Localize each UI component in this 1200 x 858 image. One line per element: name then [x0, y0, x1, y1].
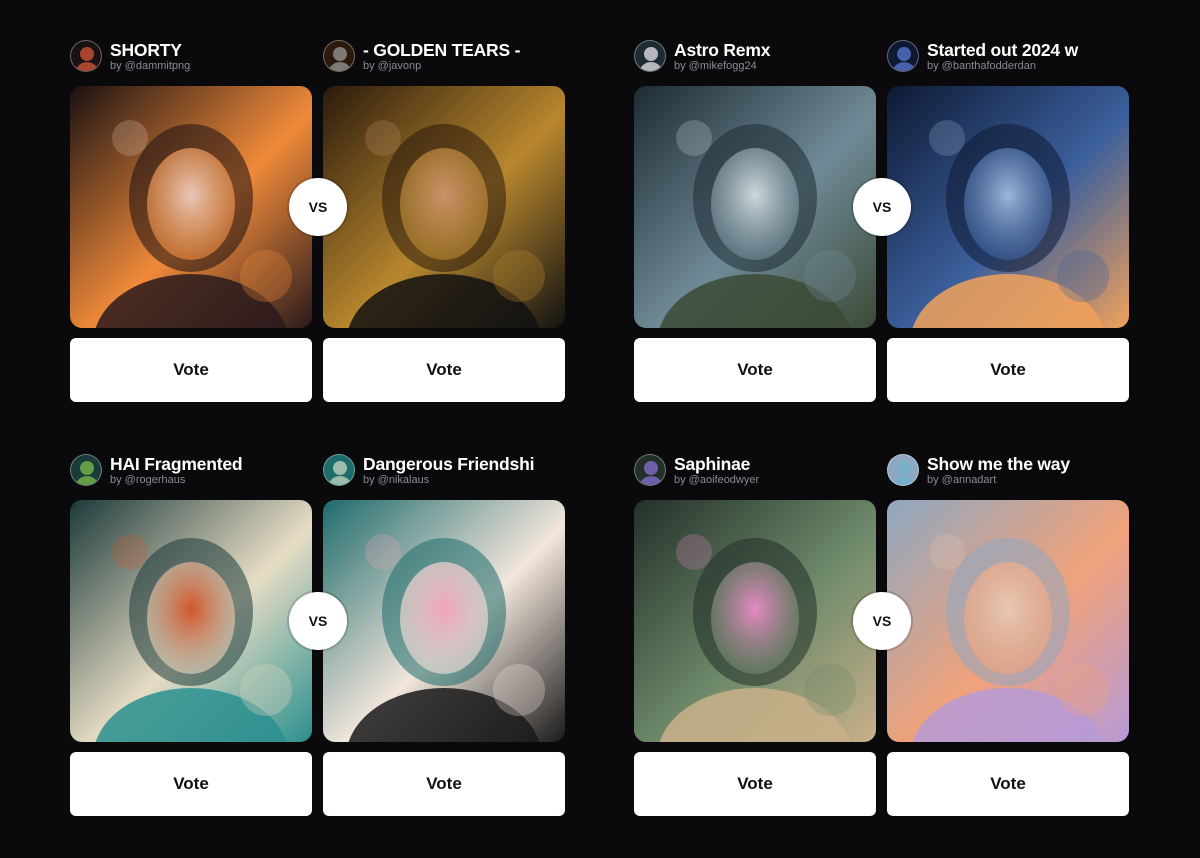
matchup-card: SHORTY by @dammitpng Vote - GOLDEN TEARS…: [70, 40, 566, 408]
night-city-artwork: [887, 86, 1129, 328]
avatar[interactable]: [323, 40, 355, 72]
vote-button[interactable]: Vote: [634, 752, 876, 816]
entry-author[interactable]: by @aoifeodwyer: [674, 473, 759, 487]
avatar[interactable]: [323, 454, 355, 486]
entry-left: SHORTY by @dammitpng Vote: [70, 40, 312, 402]
avatar[interactable]: [887, 454, 919, 486]
entry-author[interactable]: by @javonp: [363, 59, 421, 73]
skeleton-lovers-artwork: [887, 500, 1129, 742]
entry-title[interactable]: SHORTY: [110, 40, 312, 60]
avatar[interactable]: [70, 454, 102, 486]
entry-header: HAI Fragmented by @rogerhaus: [70, 454, 312, 490]
vs-badge: VS: [289, 592, 347, 650]
entry-header: SHORTY by @dammitpng: [70, 40, 312, 76]
entry-left: HAI Fragmented by @rogerhaus Vote: [70, 454, 312, 816]
entry-title[interactable]: Astro Remx: [674, 40, 876, 60]
entry-author[interactable]: by @dammitpng: [110, 59, 190, 73]
entry-left: Astro Remx by @mikefogg24 Vote: [634, 40, 876, 402]
artwork-image[interactable]: [634, 500, 876, 742]
artwork-image[interactable]: [887, 86, 1129, 328]
matchup-card: Astro Remx by @mikefogg24 Vote Started o…: [634, 40, 1130, 408]
matchup-card: Saphinae by @aoifeodwyer Vote Show me th…: [634, 454, 1130, 822]
entry-header: Dangerous Friendshi by @nikalaus: [323, 454, 565, 490]
entry-header: Started out 2024 w by @banthafodderdan: [887, 40, 1129, 76]
girl-crocodile-artwork: [323, 500, 565, 742]
entry-left: Saphinae by @aoifeodwyer Vote: [634, 454, 876, 816]
vote-button[interactable]: Vote: [70, 338, 312, 402]
entry-header: Saphinae by @aoifeodwyer: [634, 454, 876, 490]
entry-author[interactable]: by @mikefogg24: [674, 59, 757, 73]
entry-right: Started out 2024 w by @banthafodderdan V…: [887, 40, 1129, 402]
astronaut-subway-artwork: [634, 86, 876, 328]
vote-button[interactable]: Vote: [887, 752, 1129, 816]
artwork-image[interactable]: [887, 500, 1129, 742]
entry-author[interactable]: by @nikalaus: [363, 473, 429, 487]
vote-button[interactable]: Vote: [323, 752, 565, 816]
portrait-golden-halo-artwork: [323, 86, 565, 328]
entry-right: - GOLDEN TEARS - by @javonp Vote: [323, 40, 565, 402]
jungle-woman-artwork: [634, 500, 876, 742]
avatar[interactable]: [887, 40, 919, 72]
entry-title[interactable]: Dangerous Friendshi: [363, 454, 565, 474]
vote-button[interactable]: Vote: [70, 752, 312, 816]
entry-header: Astro Remx by @mikefogg24: [634, 40, 876, 76]
entry-author[interactable]: by @annadart: [927, 473, 996, 487]
vote-button[interactable]: Vote: [634, 338, 876, 402]
artwork-image[interactable]: [323, 500, 565, 742]
vote-button[interactable]: Vote: [323, 338, 565, 402]
entry-author[interactable]: by @rogerhaus: [110, 473, 185, 487]
entry-right: Dangerous Friendshi by @nikalaus Vote: [323, 454, 565, 816]
artwork-image[interactable]: [323, 86, 565, 328]
entry-title[interactable]: Show me the way: [927, 454, 1129, 474]
vs-badge: VS: [853, 592, 911, 650]
avatar[interactable]: [70, 40, 102, 72]
vs-badge: VS: [853, 178, 911, 236]
entry-title[interactable]: Started out 2024 w: [927, 40, 1129, 60]
entry-header: - GOLDEN TEARS - by @javonp: [323, 40, 565, 76]
entry-author[interactable]: by @banthafodderdan: [927, 59, 1036, 73]
entry-header: Show me the way by @annadart: [887, 454, 1129, 490]
entry-right: Show me the way by @annadart Vote: [887, 454, 1129, 816]
entry-title[interactable]: Saphinae: [674, 454, 876, 474]
portrait-fire-artwork: [70, 86, 312, 328]
matchup-card: HAI Fragmented by @rogerhaus Vote Danger…: [70, 454, 566, 822]
avatar[interactable]: [634, 40, 666, 72]
entry-title[interactable]: HAI Fragmented: [110, 454, 312, 474]
vs-badge: VS: [289, 178, 347, 236]
artwork-image[interactable]: [634, 86, 876, 328]
artwork-image[interactable]: [70, 500, 312, 742]
entry-title[interactable]: - GOLDEN TEARS -: [363, 40, 565, 60]
fragmented-portrait-artwork: [70, 500, 312, 742]
artwork-image[interactable]: [70, 86, 312, 328]
avatar[interactable]: [634, 454, 666, 486]
vote-button[interactable]: Vote: [887, 338, 1129, 402]
